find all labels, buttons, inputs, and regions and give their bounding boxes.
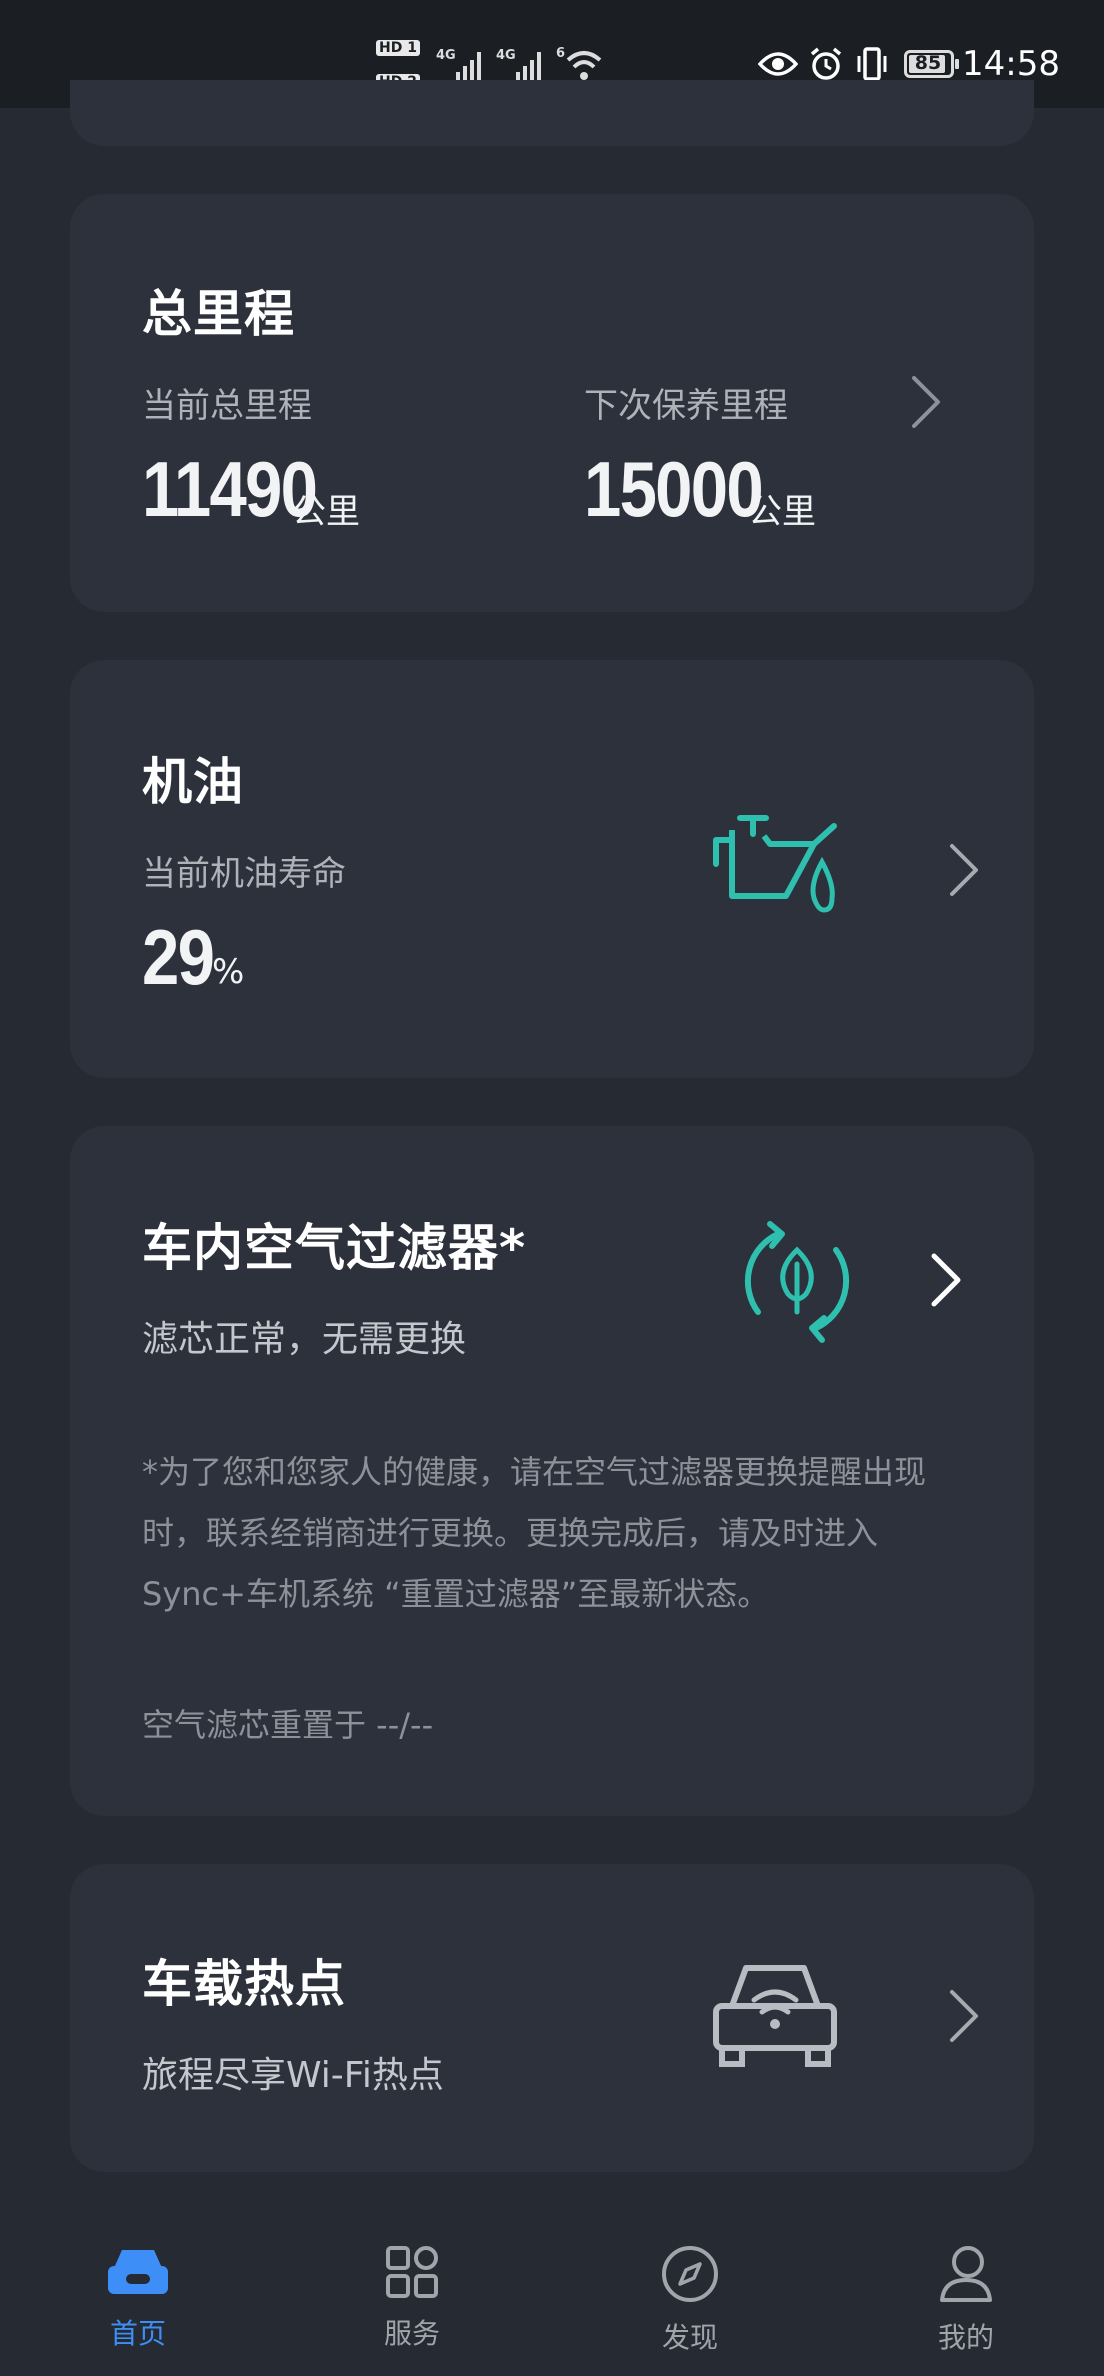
tab-mine[interactable]: 我的	[886, 2244, 1046, 2356]
tab-home-label: 首页	[109, 2317, 166, 2350]
tab-discover[interactable]: 发现	[610, 2244, 770, 2356]
oil-life-label: 当前机油寿命	[142, 854, 346, 894]
previous-card-bottom	[70, 80, 1034, 146]
signal-2-icon	[516, 52, 541, 80]
tab-service-label: 服务	[383, 2317, 440, 2350]
chevron-right-icon[interactable]	[926, 1250, 966, 1310]
car-wifi-icon	[713, 1965, 837, 2067]
current-mileage-value: 11490	[142, 445, 318, 533]
clock: 14:58	[962, 44, 1060, 84]
net2-label: 4G	[496, 48, 516, 63]
alarm-icon	[810, 47, 842, 80]
net1-label: 4G	[436, 48, 456, 63]
current-mileage-label: 当前总里程	[142, 386, 312, 426]
grid-icon	[386, 2246, 438, 2298]
oil-card[interactable]: 机油 当前机油寿命 29 %	[70, 660, 1034, 1078]
compass-icon	[662, 2246, 718, 2302]
next-service-value: 15000	[584, 445, 764, 533]
eye-icon	[758, 52, 798, 76]
tab-mine-label: 我的	[937, 2321, 994, 2354]
air-filter-note: *为了您和您家人的健康，请在空气过滤器更换提醒出现时，联系经销商进行更换。更换完…	[142, 1453, 927, 1613]
tab-home[interactable]: 首页	[58, 2244, 218, 2352]
next-service-label: 下次保养里程	[584, 386, 788, 426]
air-filter-reset-time: 空气滤芯重置于 --/--	[142, 1706, 434, 1744]
tab-service[interactable]: 服务	[332, 2244, 492, 2352]
hotspot-card[interactable]: 车载热点 旅程尽享Wi-Fi热点	[70, 1864, 1034, 2172]
sim1-badge: HD 1	[376, 40, 420, 56]
air-filter-title: 车内空气过滤器*	[142, 1219, 527, 1277]
mileage-card[interactable]: 总里程 当前总里程 11490 公里 下次保养里程 15000 公里	[70, 194, 1034, 612]
oil-life-unit: %	[212, 952, 245, 992]
oil-title: 机油	[142, 753, 244, 811]
current-mileage-unit: 公里	[292, 492, 360, 532]
signal-1-icon	[456, 52, 481, 80]
air-filter-status: 滤芯正常，无需更换	[142, 1319, 467, 1360]
next-service-unit: 公里	[748, 492, 816, 532]
vibrate-icon	[857, 47, 887, 81]
battery-icon: 85	[904, 50, 959, 78]
chevron-right-icon[interactable]	[944, 840, 984, 900]
oil-can-icon	[713, 815, 837, 913]
chevron-right-icon[interactable]	[944, 1986, 984, 2046]
tab-discover-label: 发现	[661, 2321, 718, 2354]
user-icon	[940, 2246, 992, 2302]
bottom-tab-bar: 首页 服务 发现 我的	[0, 2176, 1104, 2376]
filter-refresh-icon	[744, 1221, 850, 1343]
oil-life-value: 29	[142, 913, 215, 1001]
mileage-title: 总里程	[142, 285, 295, 343]
battery-level: 85	[914, 52, 942, 74]
hotspot-title: 车载热点	[142, 1955, 346, 2013]
hotspot-subtitle: 旅程尽享Wi-Fi热点	[142, 2055, 444, 2096]
air-filter-card[interactable]: 车内空气过滤器* 滤芯正常，无需更换 *为了您和您家人的健康，请在空气过滤器更换…	[70, 1126, 1034, 1816]
chevron-right-icon[interactable]	[906, 372, 946, 432]
car-icon	[108, 2250, 168, 2294]
wifi-icon	[566, 51, 602, 80]
